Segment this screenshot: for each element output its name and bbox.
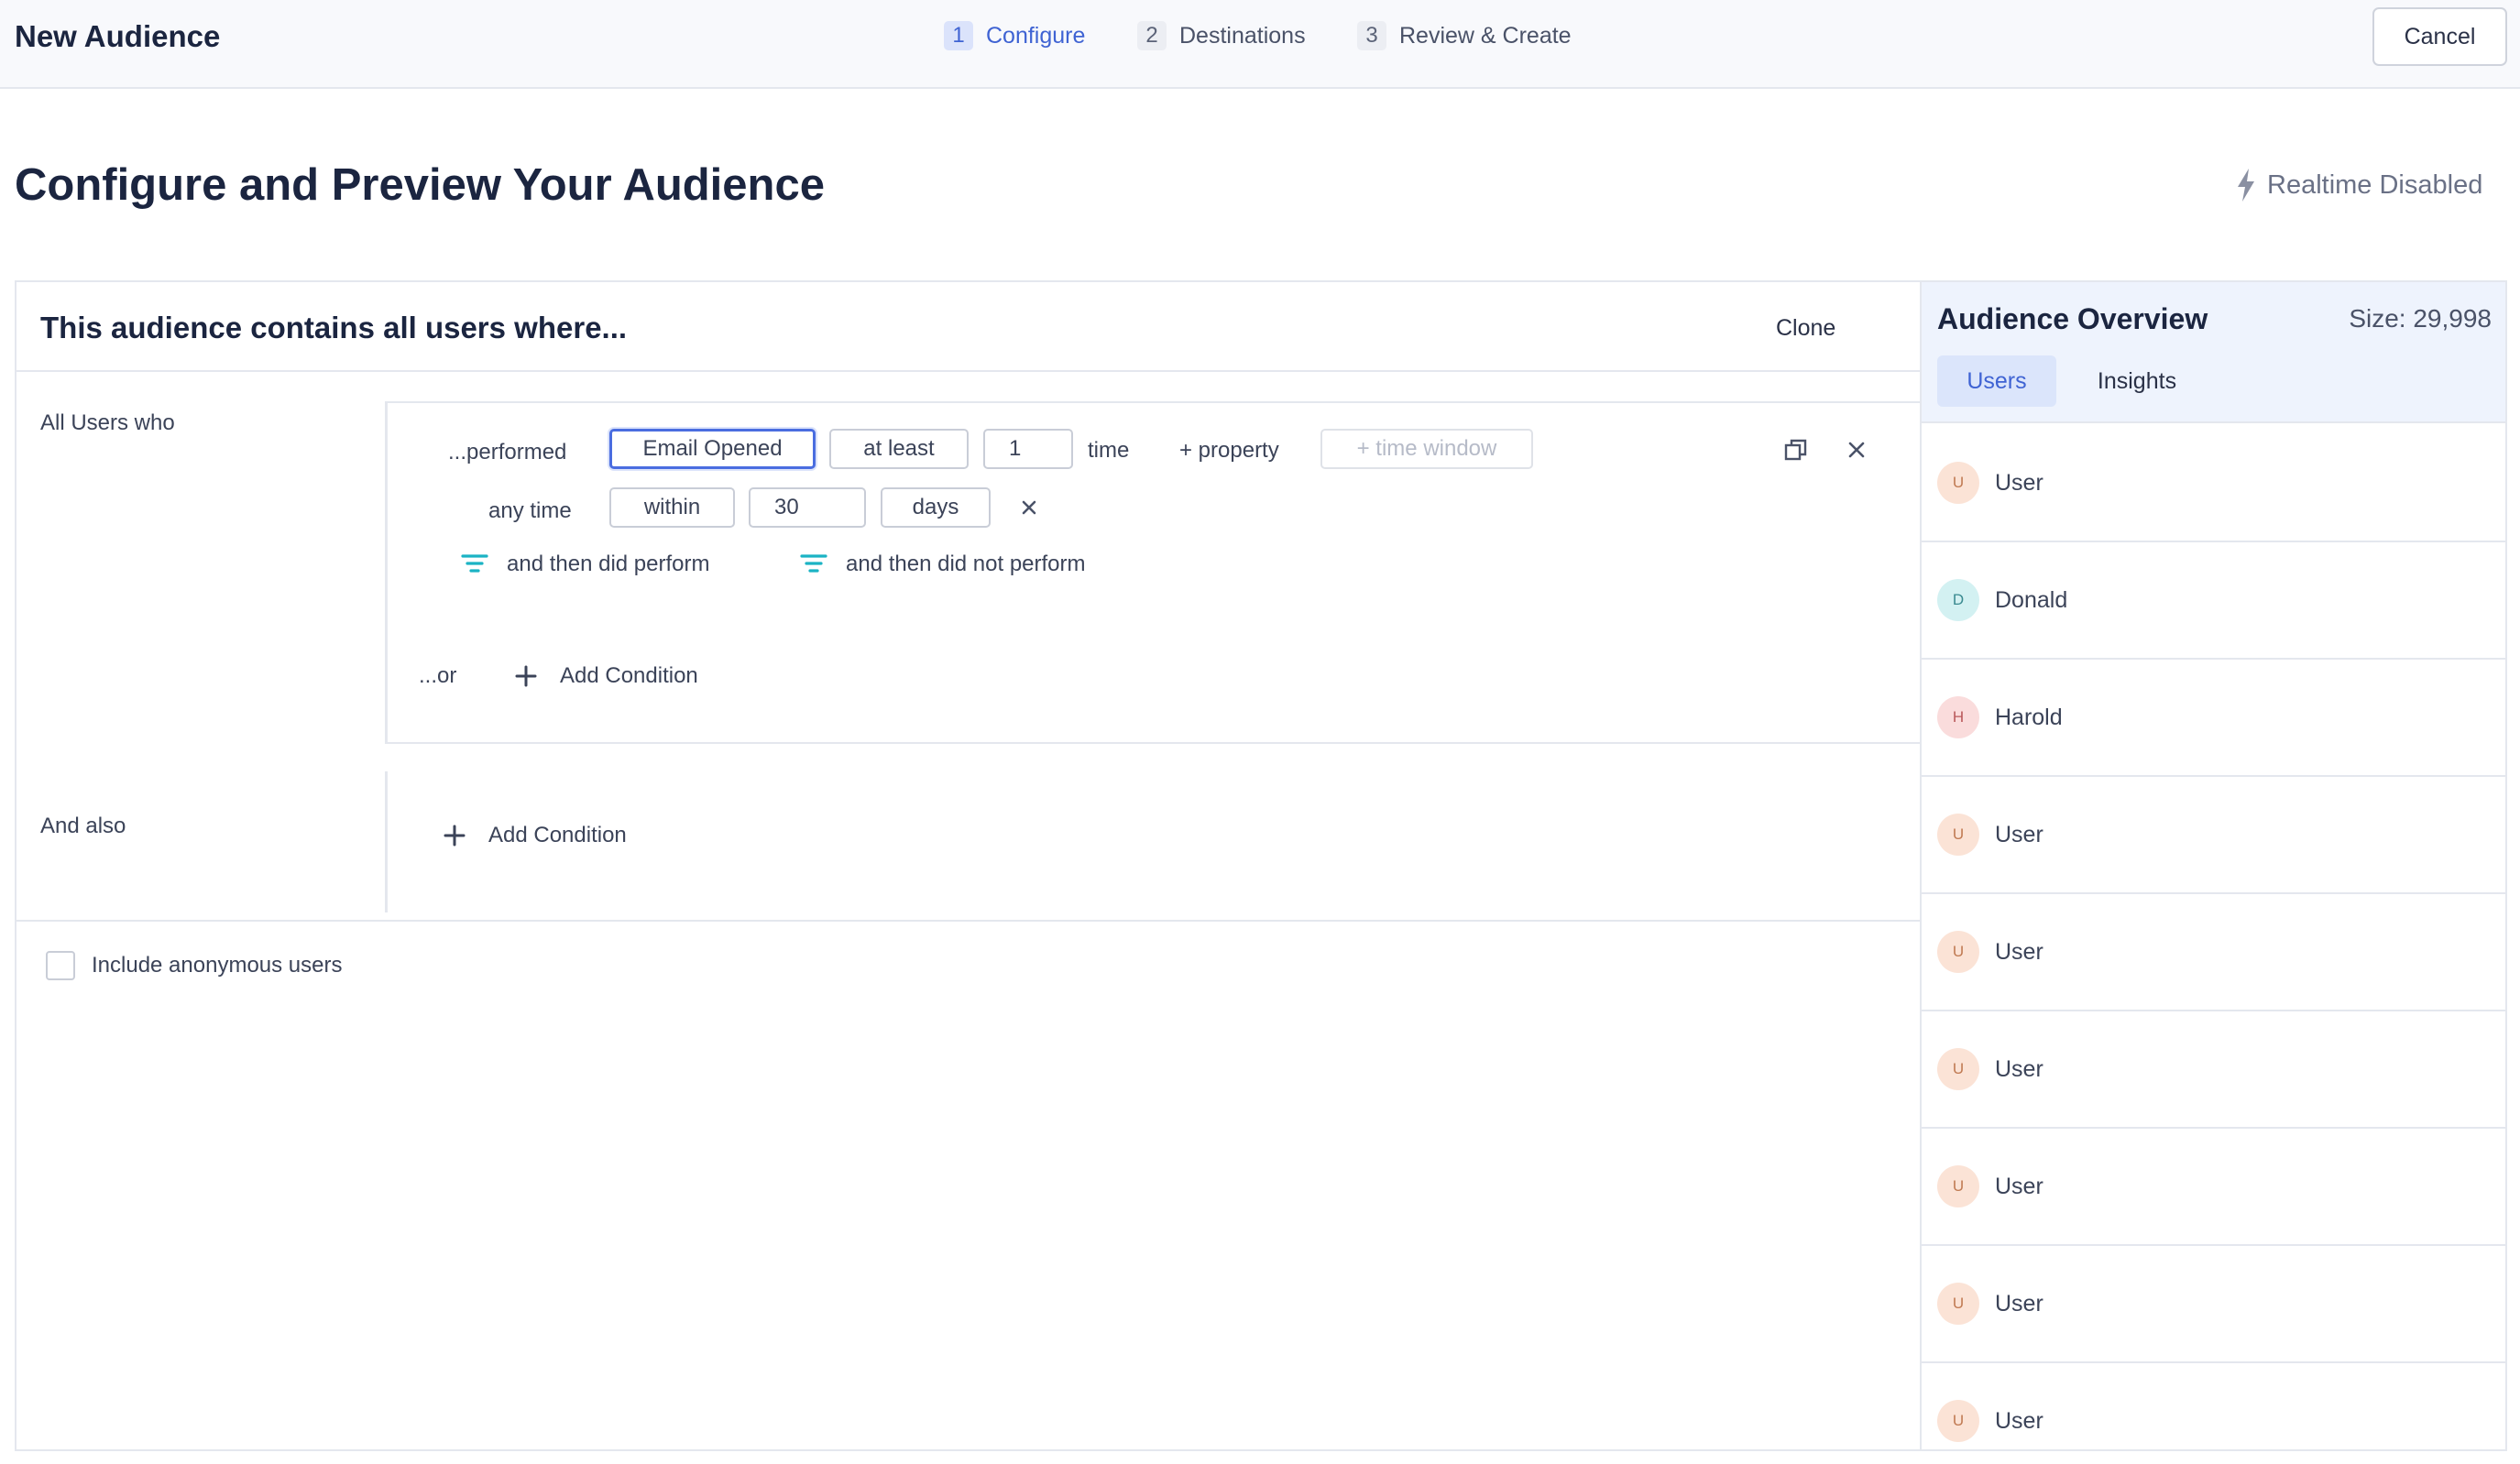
time-operator-select[interactable]: within	[609, 487, 735, 528]
step-review-create[interactable]: 3 Review & Create	[1357, 20, 1572, 51]
filter-icon	[461, 554, 488, 573]
step-configure[interactable]: 1 Configure	[944, 20, 1085, 51]
user-name: User	[1995, 1055, 2043, 1082]
avatar: U	[1937, 1165, 1979, 1207]
group-label-all-users: All Users who	[40, 410, 175, 435]
cancel-button[interactable]: Cancel	[2372, 7, 2507, 66]
builder-header: This audience contains all users where..…	[16, 282, 1921, 372]
user-name: User	[1995, 1173, 2043, 1199]
user-name: Donald	[1995, 586, 2068, 613]
user-list-item[interactable]: U User	[1922, 1363, 2505, 1449]
clone-button[interactable]: Clone	[1776, 311, 1835, 344]
group-label-and-also: And also	[40, 814, 126, 838]
user-name: User	[1995, 1407, 2043, 1434]
add-condition-label: Add Condition	[560, 663, 698, 688]
include-anonymous-label[interactable]: Include anonymous users	[92, 951, 343, 980]
or-label: ...or	[419, 663, 457, 688]
user-name: User	[1995, 821, 2043, 847]
step-label: Destinations	[1179, 22, 1306, 49]
count-unit-label: time	[1088, 438, 1130, 463]
user-name: User	[1995, 469, 2043, 496]
time-window-button[interactable]: + time window	[1320, 429, 1533, 469]
avatar: D	[1937, 579, 1979, 621]
then-did-not-perform-button[interactable]: and then did not perform	[800, 550, 1086, 579]
top-bar: New Audience 1 Configure 2 Destinations …	[0, 0, 2520, 89]
event-select[interactable]: Email Opened	[609, 429, 816, 469]
close-icon	[1848, 442, 1865, 458]
time-value-input[interactable]: 30	[749, 487, 866, 528]
step-label: Configure	[986, 22, 1086, 49]
user-list-item[interactable]: U User	[1922, 894, 2505, 1011]
user-list-item[interactable]: H Harold	[1922, 660, 2505, 777]
frequency-operator-select[interactable]: at least	[829, 429, 969, 469]
overview-header: Audience Overview Size: 29,998 Users Ins…	[1922, 282, 2505, 423]
user-name: Harold	[1995, 704, 2063, 730]
avatar: U	[1937, 931, 1979, 973]
plus-icon	[444, 825, 466, 847]
time-label: any time	[488, 498, 572, 523]
then-did-not-perform-label: and then did not perform	[846, 552, 1086, 576]
user-list-item[interactable]: U User	[1922, 777, 2505, 894]
count-input[interactable]: 1	[983, 429, 1073, 469]
divider	[16, 920, 1921, 922]
app-title: New Audience	[15, 19, 221, 53]
user-list-item[interactable]: U User	[1922, 1011, 2505, 1129]
avatar: U	[1937, 1400, 1979, 1442]
add-or-condition-button[interactable]: Add Condition	[514, 661, 698, 691]
audience-size: Size: 29,998	[2349, 304, 2492, 333]
avatar: H	[1937, 696, 1979, 738]
user-name: User	[1995, 1290, 2043, 1317]
then-did-perform-label: and then did perform	[507, 552, 710, 576]
user-name: User	[1995, 938, 2043, 965]
time-unit-select[interactable]: days	[881, 487, 991, 528]
avatar: U	[1937, 1283, 1979, 1325]
user-list: U User D Donald H Harold U User U User U…	[1922, 425, 2505, 1449]
remove-time-button[interactable]	[1016, 495, 1042, 520]
page-title: Configure and Preview Your Audience	[15, 160, 825, 210]
lightning-icon	[2238, 169, 2254, 202]
avatar: U	[1937, 462, 1979, 504]
add-and-condition-button[interactable]: Add Condition	[443, 821, 627, 850]
condition-group-and-also: Add Condition	[385, 771, 1921, 912]
copy-icon	[1784, 439, 1807, 461]
step-number: 3	[1357, 21, 1386, 50]
plus-icon	[515, 665, 537, 687]
close-icon	[1022, 500, 1036, 515]
duplicate-condition-button[interactable]	[1782, 436, 1810, 464]
step-number: 2	[1137, 21, 1167, 50]
avatar: U	[1937, 814, 1979, 856]
add-condition-label: Add Condition	[488, 823, 627, 847]
audience-overview-panel: Audience Overview Size: 29,998 Users Ins…	[1920, 280, 2507, 1451]
realtime-status-label: Realtime Disabled	[2267, 169, 2483, 200]
include-anonymous-checkbox[interactable]	[46, 951, 75, 980]
overview-title: Audience Overview	[1937, 302, 2208, 335]
user-list-item[interactable]: D Donald	[1922, 542, 2505, 660]
user-list-item[interactable]: U User	[1922, 1129, 2505, 1246]
builder-heading: This audience contains all users where..…	[40, 311, 628, 344]
user-list-item[interactable]: U User	[1922, 1246, 2505, 1363]
step-destinations[interactable]: 2 Destinations	[1137, 20, 1306, 51]
step-number: 1	[944, 21, 973, 50]
tab-insights[interactable]: Insights	[2068, 355, 2206, 407]
realtime-status: Realtime Disabled	[2236, 165, 2482, 205]
step-label: Review & Create	[1399, 22, 1572, 49]
user-list-item[interactable]: U User	[1922, 425, 2505, 542]
remove-condition-button[interactable]	[1843, 436, 1870, 464]
tab-users[interactable]: Users	[1937, 355, 2056, 407]
add-property-button[interactable]: + property	[1179, 436, 1279, 465]
audience-builder-panel: This audience contains all users where..…	[15, 280, 1921, 1451]
condition-group: ...performed Email Opened at least 1 tim…	[385, 401, 1921, 744]
filter-icon	[800, 554, 827, 573]
then-did-perform-button[interactable]: and then did perform	[461, 550, 709, 579]
performed-label: ...performed	[448, 440, 567, 464]
avatar: U	[1937, 1048, 1979, 1090]
